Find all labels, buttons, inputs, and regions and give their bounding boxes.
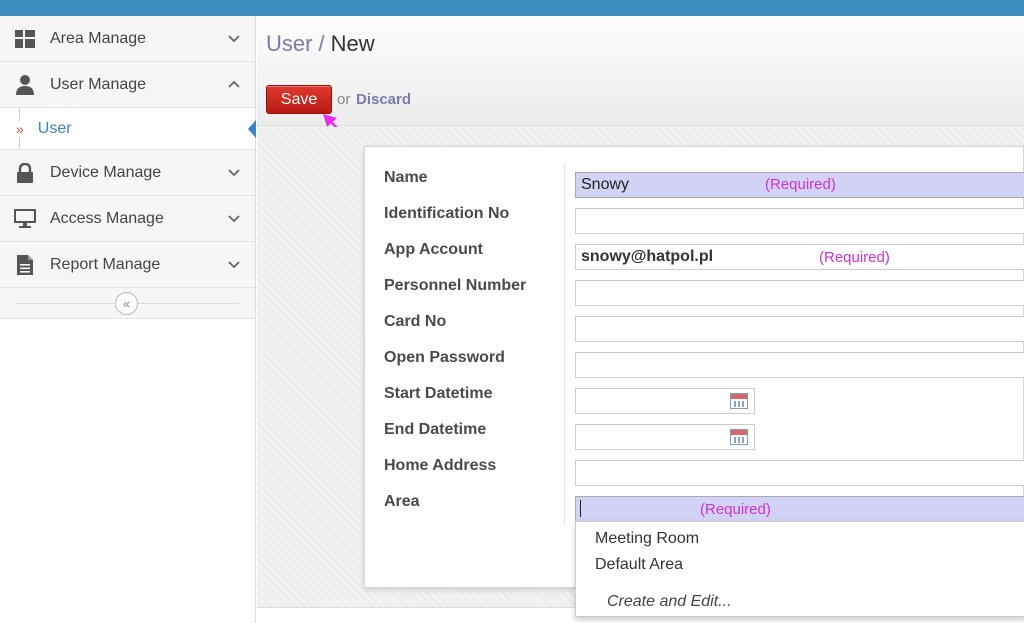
breadcrumb: User / New — [266, 31, 375, 57]
chevron-down-icon — [228, 261, 240, 269]
sidebar-subitem-user[interactable]: » User — [0, 108, 256, 150]
card-no-input[interactable] — [575, 316, 1024, 342]
name-label: Name — [384, 169, 428, 186]
user-icon — [14, 74, 36, 96]
breadcrumb-separator: / — [318, 31, 325, 56]
save-button[interactable]: Save — [266, 85, 332, 114]
home-address-input[interactable] — [575, 460, 1024, 486]
area-label: Area — [384, 493, 420, 510]
chevron-down-icon — [228, 169, 240, 177]
discard-link[interactable]: Discard — [356, 91, 411, 108]
area-dropdown: Meeting Room Default Area Create and Edi… — [575, 521, 1024, 617]
sidebar-subitem-label: User — [37, 119, 72, 137]
sidebar-item-access-manage[interactable]: Access Manage — [0, 196, 255, 242]
personnel-number-input[interactable] — [575, 280, 1024, 306]
calendar-icon[interactable] — [730, 393, 748, 409]
area-input[interactable] — [575, 496, 1024, 522]
sidebar: Area Manage User Manage » User Device Ma… — [0, 16, 256, 623]
sidebar-item-label: User Manage — [50, 75, 147, 93]
end-datetime-input[interactable] — [575, 424, 755, 450]
breadcrumb-parent-link[interactable]: User — [266, 31, 312, 56]
app-account-label: App Account — [384, 241, 483, 258]
sidebar-item-label: Report Manage — [50, 255, 161, 273]
sidebar-collapse-bar: « — [0, 288, 255, 319]
grid-icon — [14, 28, 36, 50]
form-background: Name (Required) Identification No App Ac… — [257, 127, 1024, 617]
identification-no-input[interactable] — [575, 208, 1024, 234]
start-datetime-label: Start Datetime — [384, 385, 493, 402]
sidebar-item-area-manage[interactable]: Area Manage — [0, 16, 255, 62]
sidebar-item-report-manage[interactable]: Report Manage — [0, 242, 255, 288]
start-datetime-input[interactable] — [575, 388, 755, 414]
top-bar — [0, 0, 1024, 16]
monitor-icon — [14, 208, 36, 230]
or-text: or — [337, 91, 351, 108]
card-no-label: Card No — [384, 313, 447, 330]
form-sheet: Name (Required) Identification No App Ac… — [364, 146, 1024, 617]
home-address-label: Home Address — [384, 457, 497, 474]
lock-icon — [14, 162, 36, 184]
name-input[interactable] — [575, 172, 1024, 198]
sidebar-item-label: Device Manage — [50, 163, 162, 181]
sidebar-item-user-manage[interactable]: User Manage — [0, 62, 255, 108]
create-and-edit-option[interactable]: Create and Edit... — [607, 593, 732, 611]
dropdown-option[interactable]: Meeting Room — [595, 530, 699, 548]
sidebar-item-device-manage[interactable]: Device Manage — [0, 150, 255, 196]
collapse-sidebar-button[interactable]: « — [115, 292, 138, 315]
double-chevron-right-icon: » — [16, 120, 24, 137]
label-column-divider — [564, 165, 565, 525]
sidebar-item-label: Area Manage — [50, 29, 147, 47]
sidebar-item-label: Access Manage — [50, 209, 164, 227]
end-datetime-label: End Datetime — [384, 421, 487, 438]
open-password-label: Open Password — [384, 349, 505, 366]
form-header: User / New Save or Discard — [257, 16, 1024, 149]
chevron-up-icon — [228, 80, 240, 88]
chevron-down-icon — [228, 35, 240, 43]
page-title: New — [330, 31, 375, 56]
main-content: User/New Save or Discard Name (Required)… — [257, 16, 1024, 623]
personnel-number-label: Personnel Number — [384, 277, 527, 294]
app-account-input[interactable] — [575, 244, 1024, 270]
calendar-icon[interactable] — [730, 429, 748, 445]
open-password-input[interactable] — [575, 352, 1024, 378]
identification-no-label: Identification No — [384, 205, 510, 222]
dropdown-option[interactable]: Default Area — [595, 556, 683, 574]
document-icon — [14, 254, 36, 276]
chevron-down-icon — [228, 215, 240, 223]
active-indicator — [248, 120, 256, 138]
text-cursor — [580, 500, 581, 517]
